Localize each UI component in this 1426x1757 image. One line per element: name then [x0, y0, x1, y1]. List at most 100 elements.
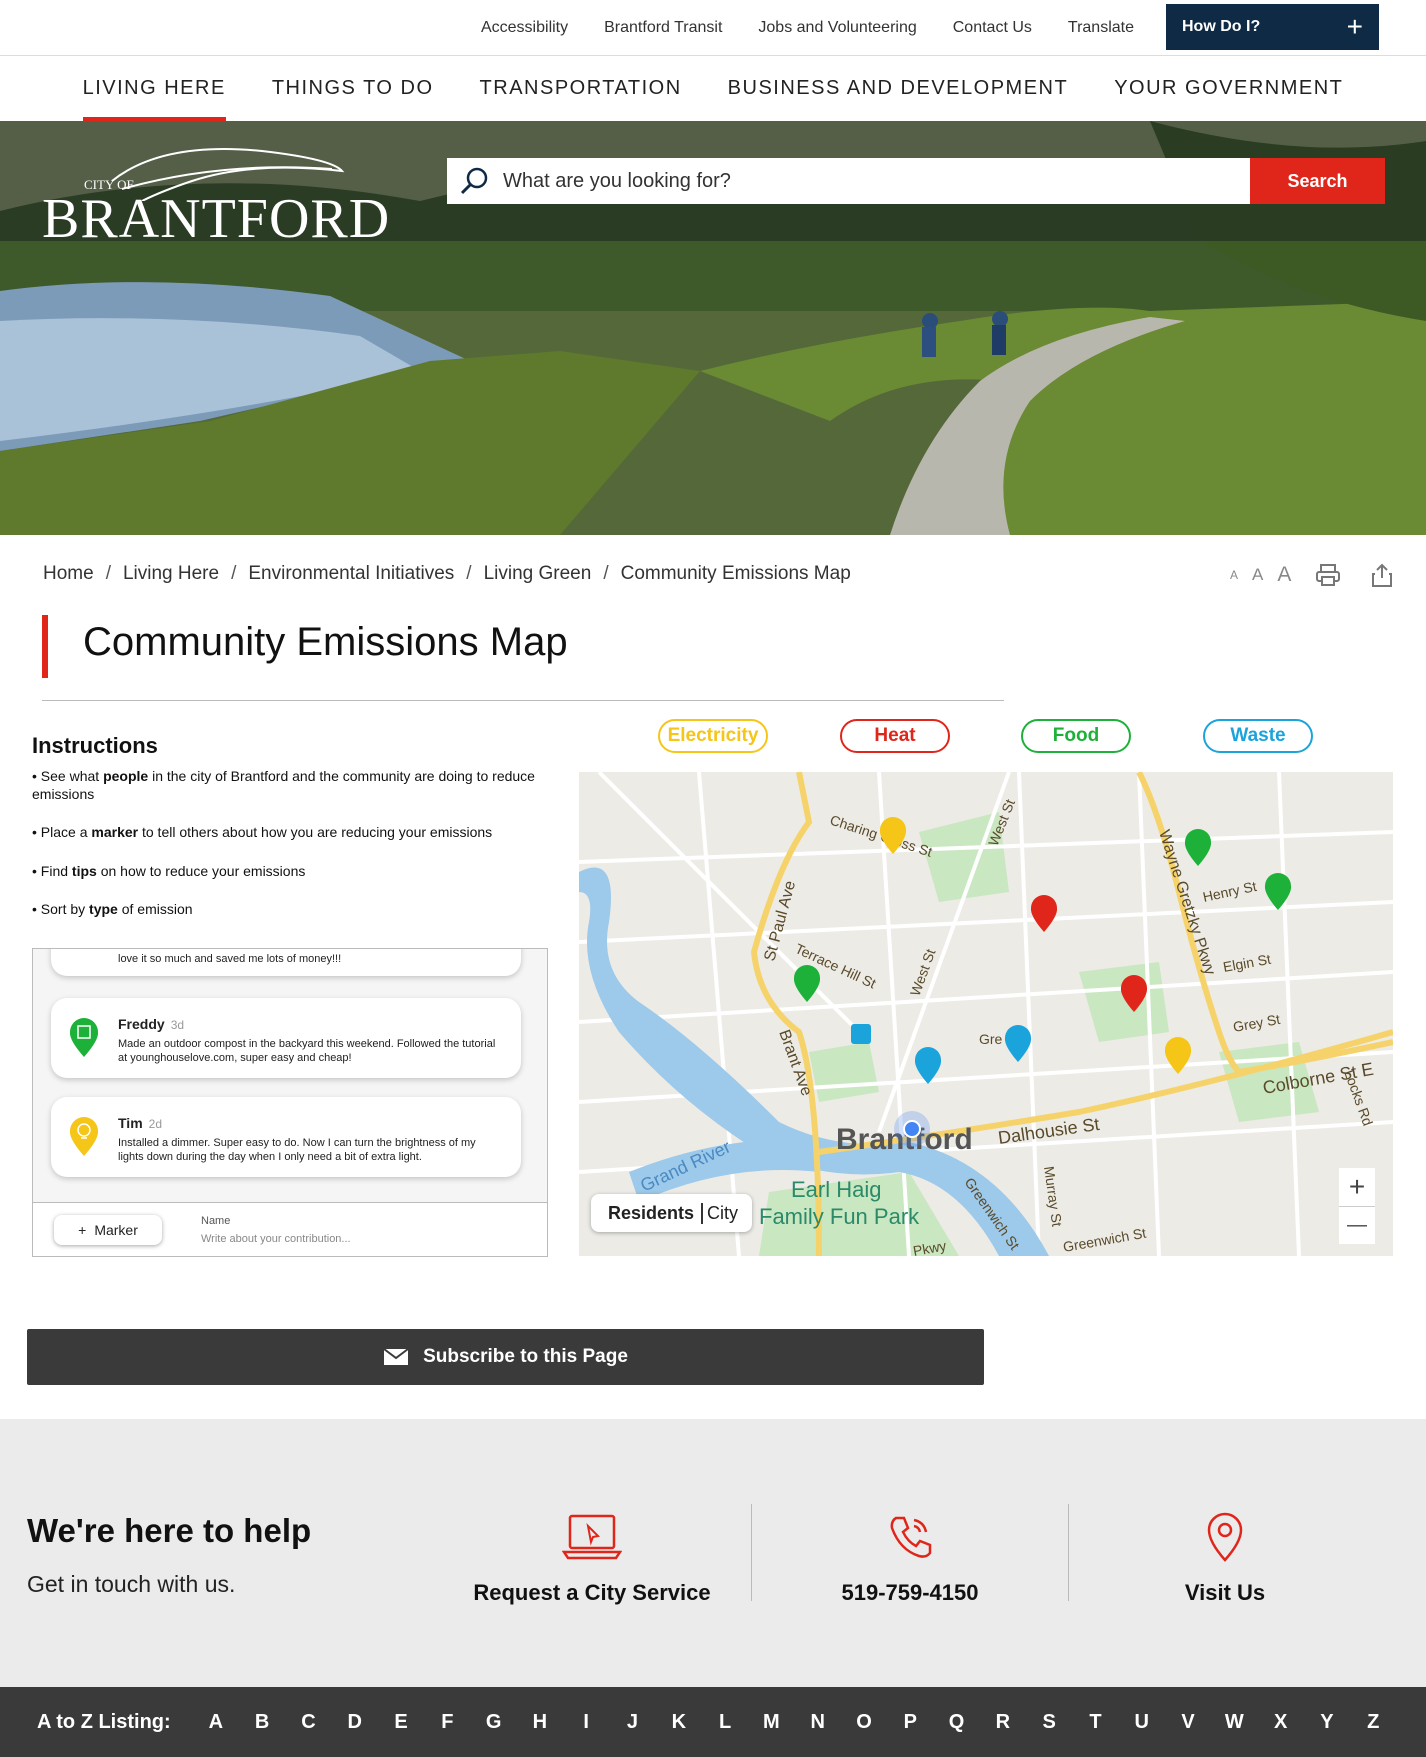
map-label: Earl Haig	[791, 1177, 881, 1202]
instruction-item: • Sort by type of emission	[32, 900, 193, 917]
crumb-home[interactable]: Home	[43, 563, 94, 585]
nav-business[interactable]: BUSINESS AND DEVELOPMENT	[728, 56, 1069, 121]
page-tools: A A A	[1230, 562, 1395, 588]
a-to-z-letter-u[interactable]: U	[1119, 1711, 1165, 1734]
feed-message: love it so much and saved me lots of mon…	[118, 953, 342, 965]
main-nav: LIVING HERE THINGS TO DO TRANSPORTATION …	[0, 56, 1426, 121]
phone-icon	[890, 1516, 932, 1558]
brantford-transit-link[interactable]: Brantford Transit	[604, 19, 722, 37]
feed-card[interactable]: Freddy 3d Made an outdoor compost in the …	[51, 998, 521, 1078]
add-marker-button[interactable]: + Marker	[54, 1215, 162, 1245]
help-heading: We're here to help	[27, 1512, 312, 1549]
a-to-z-letter-a[interactable]: A	[193, 1711, 239, 1734]
emissions-map[interactable]: Charing Cross St West St Wayne Gretzky P…	[579, 772, 1393, 1256]
feed-message: Installed a dimmer. Super easy to do. No…	[118, 1137, 476, 1164]
filter-food[interactable]: Food	[1021, 719, 1131, 753]
filter-electricity[interactable]: Electricity	[658, 719, 768, 753]
a-to-z-label: A to Z Listing:	[37, 1710, 171, 1733]
crumb-living-here[interactable]: Living Here	[123, 563, 219, 585]
crumb-living-green[interactable]: Living Green	[484, 563, 592, 585]
toggle-residents[interactable]: Residents	[591, 1203, 701, 1224]
plus-icon: +	[1346, 11, 1363, 42]
search-input[interactable]	[503, 169, 1183, 193]
city-logo[interactable]: CITY OF BRANTFORD	[42, 141, 389, 250]
a-to-z-letter-j[interactable]: J	[609, 1711, 655, 1734]
nav-things-to-do[interactable]: THINGS TO DO	[272, 56, 434, 121]
help-section: We're here to help Get in touch with us.…	[0, 1419, 1426, 1687]
a-to-z-letter-o[interactable]: O	[841, 1711, 887, 1734]
map-pin-icon	[1207, 1512, 1243, 1562]
crumb-environmental[interactable]: Environmental Initiatives	[248, 563, 454, 585]
subscribe-label: Subscribe to this Page	[423, 1346, 628, 1367]
transit-icon	[851, 1024, 871, 1044]
how-do-i-button[interactable]: How Do I? +	[1166, 4, 1379, 50]
contribution-feed[interactable]: love it so much and saved me lots of mon…	[32, 948, 548, 1257]
subscribe-button[interactable]: Subscribe to this Page	[27, 1329, 984, 1385]
a-to-z-letter-q[interactable]: Q	[933, 1711, 979, 1734]
a-to-z-letter-t[interactable]: T	[1072, 1711, 1118, 1734]
a-to-z-letter-s[interactable]: S	[1026, 1711, 1072, 1734]
residents-city-toggle[interactable]: Residents City	[591, 1194, 753, 1232]
a-to-z-letter-p[interactable]: P	[887, 1711, 933, 1734]
nav-living-here[interactable]: LIVING HERE	[82, 56, 227, 121]
text-size-small[interactable]: A	[1230, 568, 1238, 582]
a-to-z-letter-d[interactable]: D	[332, 1711, 378, 1734]
utility-links: Accessibility Brantford Transit Jobs and…	[481, 0, 1134, 56]
jobs-link[interactable]: Jobs and Volunteering	[758, 19, 916, 37]
translate-link[interactable]: Translate	[1068, 19, 1134, 37]
a-to-z-letter-i[interactable]: I	[563, 1711, 609, 1734]
filter-heat[interactable]: Heat	[840, 719, 950, 753]
feed-card[interactable]: Tim 2d Installed a dimmer. Super easy to …	[51, 1097, 521, 1177]
contact-us-link[interactable]: Contact Us	[953, 19, 1032, 37]
text-size-medium[interactable]: A	[1252, 565, 1263, 585]
instructions: Instructions • See what people in the ci…	[32, 733, 552, 938]
feed-card-partial: love it so much and saved me lots of mon…	[51, 949, 521, 976]
marker-label: Marker	[94, 1222, 138, 1238]
share-icon[interactable]	[1369, 562, 1395, 588]
filter-waste[interactable]: Waste	[1203, 719, 1313, 753]
feed-author: Freddy 3d	[118, 1016, 185, 1032]
crumb-current: Community Emissions Map	[620, 563, 851, 584]
a-to-z-letter-k[interactable]: K	[656, 1711, 702, 1734]
food-pin-icon	[69, 1018, 99, 1057]
search-button[interactable]: Search	[1250, 158, 1385, 204]
zoom-in-button[interactable]: +	[1339, 1168, 1375, 1206]
print-icon[interactable]	[1315, 563, 1341, 587]
phone-number: 519-759-4150	[841, 1580, 979, 1605]
text-size-large[interactable]: A	[1277, 563, 1291, 587]
a-to-z-listing: A to Z Listing: ABCDEFGHIJKLMNOPQRSTUVWX…	[0, 1687, 1426, 1757]
a-to-z-letter-e[interactable]: E	[378, 1711, 424, 1734]
instruction-item: • Find tips on how to reduce your emissi…	[32, 862, 306, 879]
nav-your-government[interactable]: YOUR GOVERNMENT	[1114, 56, 1343, 121]
a-to-z-letters: ABCDEFGHIJKLMNOPQRSTUVWXYZ	[193, 1711, 1397, 1734]
a-to-z-letter-r[interactable]: R	[980, 1711, 1026, 1734]
a-to-z-letter-b[interactable]: B	[239, 1711, 285, 1734]
title-accent	[42, 615, 48, 678]
help-subheading: Get in touch with us.	[27, 1571, 236, 1597]
a-to-z-letter-g[interactable]: G	[470, 1711, 516, 1734]
instruction-item: • Place a marker to tell others about ho…	[32, 824, 493, 841]
a-to-z-letter-h[interactable]: H	[517, 1711, 563, 1734]
a-to-z-letter-c[interactable]: C	[285, 1711, 331, 1734]
divider	[751, 1504, 752, 1601]
contribution-input[interactable]: Write about your contribution...	[201, 1233, 351, 1245]
a-to-z-letter-n[interactable]: N	[795, 1711, 841, 1734]
a-to-z-letter-w[interactable]: W	[1211, 1711, 1257, 1734]
zoom-out-button[interactable]: —	[1339, 1206, 1375, 1244]
plus-icon: +	[78, 1222, 87, 1238]
a-to-z-letter-l[interactable]: L	[702, 1711, 748, 1734]
a-to-z-letter-z[interactable]: Z	[1350, 1711, 1396, 1734]
feed-author: Tim 2d	[118, 1115, 162, 1131]
a-to-z-letter-f[interactable]: F	[424, 1711, 470, 1734]
a-to-z-letter-x[interactable]: X	[1258, 1711, 1304, 1734]
visit-us-link[interactable]: Visit Us	[1115, 1512, 1335, 1606]
a-to-z-letter-v[interactable]: V	[1165, 1711, 1211, 1734]
a-to-z-letter-y[interactable]: Y	[1304, 1711, 1350, 1734]
phone-link[interactable]: 519-759-4150	[800, 1512, 1020, 1606]
request-service-link[interactable]: Request a City Service	[472, 1512, 712, 1606]
nav-transportation[interactable]: TRANSPORTATION	[480, 56, 682, 121]
envelope-icon	[383, 1348, 409, 1365]
toggle-city[interactable]: City	[701, 1202, 752, 1224]
a-to-z-letter-m[interactable]: M	[748, 1711, 794, 1734]
accessibility-link[interactable]: Accessibility	[481, 19, 568, 37]
